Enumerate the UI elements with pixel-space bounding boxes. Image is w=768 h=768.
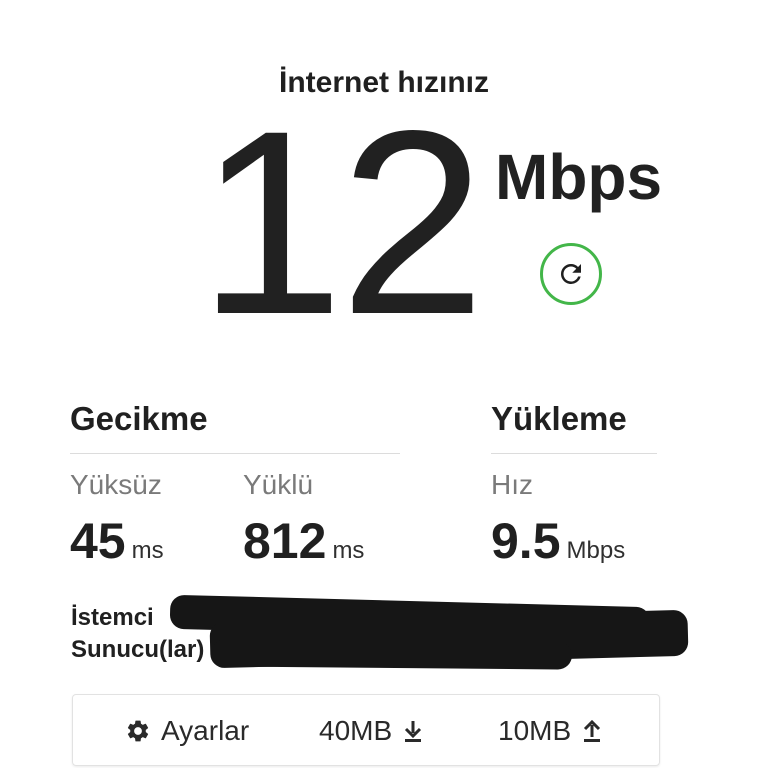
client-label: İstemci bbox=[71, 604, 154, 631]
gear-icon bbox=[127, 720, 149, 742]
loaded-value: 812 bbox=[243, 513, 327, 569]
unloaded-value: 45 bbox=[70, 513, 126, 569]
upload-speed: 9.5 Mbps bbox=[491, 512, 625, 570]
settings-label: Ayarlar bbox=[161, 715, 250, 746]
bottom-toolbar: Ayarlar 40MB 10MB bbox=[72, 694, 660, 766]
server-label: Sunucu(lar) bbox=[71, 636, 205, 663]
upload-speed-value: 9.5 bbox=[491, 513, 561, 569]
speed-test-page: İnternet hızınız 12 Mbps Gecikme Yüksüz … bbox=[0, 0, 768, 768]
unloaded-label: Yüksüz bbox=[70, 469, 162, 500]
download-size-button[interactable]: 40MB bbox=[319, 695, 424, 767]
upload-speed-label: Hız bbox=[491, 469, 533, 500]
refresh-button[interactable] bbox=[540, 243, 602, 305]
settings-button[interactable]: Ayarlar bbox=[125, 695, 249, 767]
download-speed-value: 12 bbox=[198, 76, 485, 369]
loaded-label: Yüklü bbox=[243, 469, 314, 500]
download-speed-unit: Mbps bbox=[495, 141, 663, 213]
upload-size-label: 10MB bbox=[498, 715, 572, 746]
upload-size-button[interactable]: 10MB bbox=[498, 695, 603, 767]
upload-speed-unit: Mbps bbox=[566, 537, 626, 564]
refresh-icon bbox=[560, 264, 581, 284]
loaded-latency: 812 ms bbox=[243, 512, 364, 570]
upload-title: Yükleme bbox=[491, 400, 627, 437]
redaction-mark bbox=[211, 638, 573, 670]
unloaded-latency: 45 ms bbox=[70, 512, 164, 570]
unloaded-unit: ms bbox=[131, 537, 164, 564]
upload-divider bbox=[491, 453, 657, 454]
upload-arrow-icon bbox=[584, 719, 601, 742]
latency-title: Gecikme bbox=[70, 400, 208, 437]
download-arrow-icon bbox=[405, 721, 422, 742]
latency-divider bbox=[70, 453, 400, 454]
loaded-unit: ms bbox=[332, 537, 365, 564]
download-size-label: 40MB bbox=[319, 715, 393, 746]
